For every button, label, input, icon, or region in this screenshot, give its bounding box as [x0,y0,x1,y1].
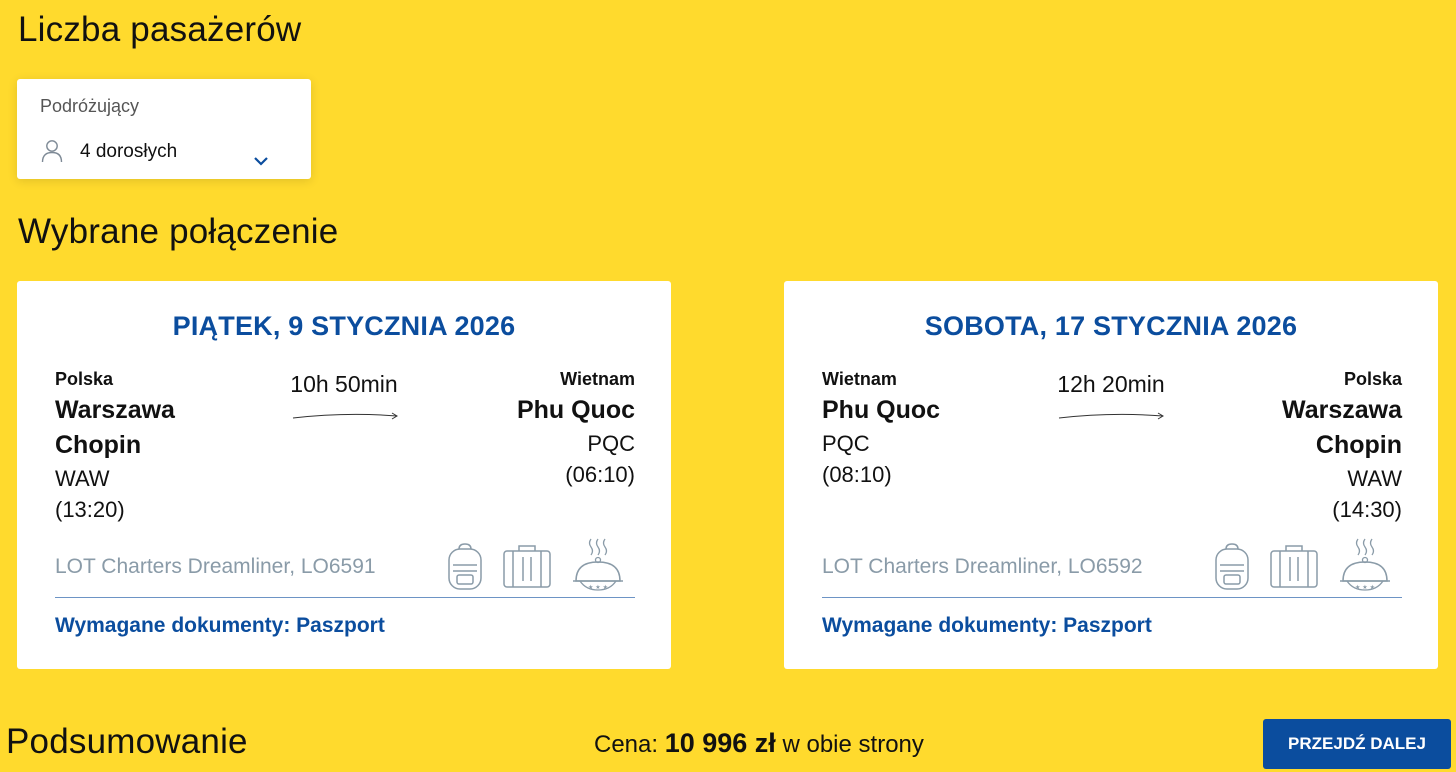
arrival-city: Warszawa Chopin [1202,393,1402,463]
meal-icon: ★ ★ ★ [1340,538,1390,591]
price-summary: Cena: 10 996 zł w obie strony [594,728,924,759]
departure-city-line1: Warszawa [55,396,175,424]
arrival-airport-code: WAW [1347,466,1402,491]
summary-section-title: Podsumowanie [6,722,248,761]
passengers-section-title: Liczba pasażerów [18,10,302,49]
price-amount: 10 996 zł [664,728,776,758]
next-button[interactable]: PRZEJDŹ DALEJ [1263,719,1451,769]
flight-date: PIĄTEK, 9 STYCZNIA 2026 [172,311,516,341]
arrival-time: (06:10) [565,462,635,487]
card-divider [822,597,1402,598]
svg-text:★ ★ ★: ★ ★ ★ [588,584,608,591]
return-flight-card: SOBOTA, 17 STYCZNIA 2026 Wietnam Phu Quo… [784,281,1438,669]
arrival-time: (14:30) [1332,497,1402,522]
aircraft-info: LOT Charters Dreamliner, LO6592 [822,555,1143,578]
passenger-selector[interactable]: Podróżujący 4 dorosłych [17,79,311,179]
arrival-block: Polska Warszawa Chopin WAW (14:30) [1202,367,1402,525]
connection-section-title: Wybrane połączenie [18,212,339,251]
person-icon [41,140,63,163]
passenger-selector-label: Podróżujący [40,96,140,116]
suitcase-icon [503,545,551,588]
backpack-icon [448,543,482,590]
arrival-country: Wietnam [560,369,635,389]
arrival-airport-code: PQC [587,431,635,456]
amenities-icons: ★ ★ ★ [447,538,637,593]
arrow-right-icon [1058,412,1164,420]
arrival-city: Phu Quoc [516,396,635,424]
backpack-icon [1215,543,1249,590]
departure-city: Phu Quoc [822,396,941,424]
departure-city-line2: Chopin [55,431,142,459]
flight-date: SOBOTA, 17 STYCZNIA 2026 [924,311,1298,341]
card-divider [55,597,635,598]
chevron-down-icon[interactable] [253,155,269,167]
arrival-city-line2: Chopin [1315,431,1402,459]
required-documents: Wymagane dokumenty: Paszport [55,614,385,637]
arrival-city-line1: Warszawa [1282,396,1402,424]
required-documents: Wymagane dokumenty: Paszport [822,614,1152,637]
price-suffix: w obie strony [782,731,924,758]
suitcase-icon [1270,545,1318,588]
departure-airport-code: PQC [822,431,870,456]
departure-time: (08:10) [822,462,892,487]
svg-text:★ ★ ★: ★ ★ ★ [1355,584,1375,591]
outbound-flight-card: PIĄTEK, 9 STYCZNIA 2026 Polska Warszawa … [17,281,671,669]
arrival-block: Wietnam Phu Quoc PQC (06:10) [435,367,635,490]
departure-airport-code: WAW [55,466,110,491]
departure-time: (13:20) [55,497,125,522]
price-label: Cena: [594,731,659,758]
aircraft-info: LOT Charters Dreamliner, LO6591 [55,555,376,578]
departure-city: Warszawa Chopin [55,393,255,463]
passenger-selector-value: 4 dorosłych [80,141,178,162]
amenities-icons: ★ ★ ★ [1214,538,1404,593]
arrow-right-icon [292,412,398,420]
arrival-country: Polska [1343,369,1402,389]
meal-icon: ★ ★ ★ [573,538,623,591]
